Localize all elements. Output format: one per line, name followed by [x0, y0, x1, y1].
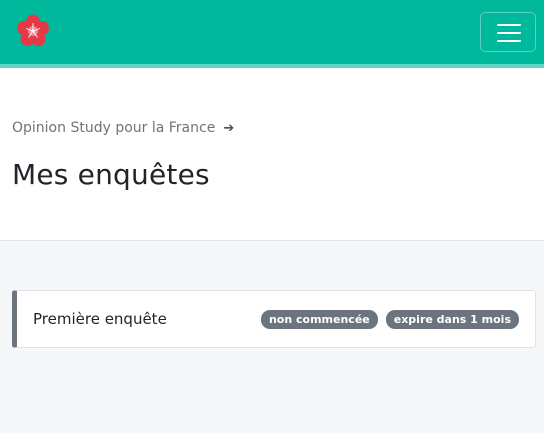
page-title: Mes enquêtes — [12, 158, 210, 191]
page-header: Opinion Study pour la France ➔ Mes enquêt… — [0, 68, 544, 241]
navbar — [0, 0, 544, 64]
survey-name: Première enquête — [33, 310, 167, 328]
arrow-right-icon: ➔ — [223, 121, 235, 136]
hamburger-menu-icon-bar — [497, 40, 521, 42]
hamburger-menu-icon-bar — [497, 32, 521, 34]
red-flower-logo-icon[interactable] — [16, 14, 50, 48]
breadcrumb: Opinion Study pour la France ➔ — [12, 120, 234, 136]
status-badge: non commencée — [260, 310, 378, 329]
hamburger-menu-icon — [497, 24, 521, 26]
survey-badges: non commencée expire dans 1 mois — [260, 310, 519, 329]
expiry-badge: expire dans 1 mois — [385, 310, 519, 329]
menu-toggle-button[interactable] — [480, 12, 536, 52]
breadcrumb-link[interactable]: Opinion Study pour la France — [12, 120, 215, 136]
survey-card[interactable]: Première enquête non commencée expire da… — [12, 290, 536, 348]
